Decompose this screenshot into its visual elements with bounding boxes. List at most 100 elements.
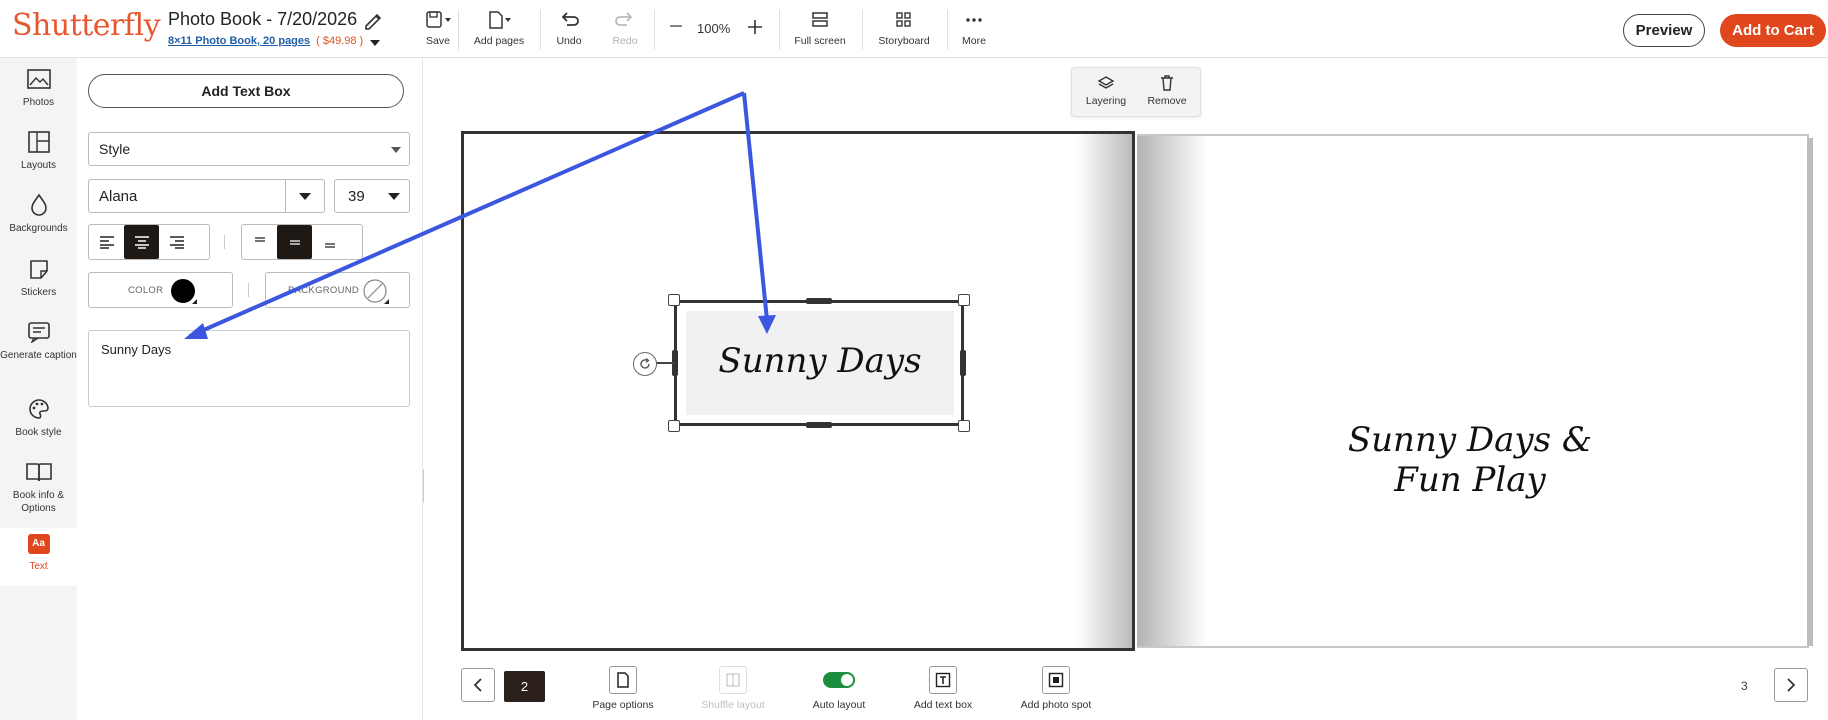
align-left-button[interactable]: [89, 225, 124, 259]
add-to-cart-button[interactable]: Add to Cart: [1720, 14, 1826, 47]
align-middle-icon: [289, 240, 300, 245]
text-box-fill: Sunny Days: [686, 311, 954, 415]
resize-handle-right[interactable]: [960, 350, 966, 376]
rotate-handle[interactable]: [633, 352, 657, 376]
resize-handle-bottom-left[interactable]: [668, 420, 680, 432]
align-left-icon: [99, 236, 114, 249]
toolbar-divider: [540, 10, 541, 50]
text-content-field[interactable]: Sunny Days: [88, 330, 410, 407]
align-center-button[interactable]: [124, 225, 159, 259]
page-gutter-shadow: [1077, 134, 1132, 648]
resize-handle-top-left[interactable]: [668, 294, 680, 306]
price-label: ( $49.98 ): [316, 35, 364, 47]
align-middle-button[interactable]: [277, 225, 312, 259]
save-button[interactable]: Save: [417, 10, 459, 47]
text-align-group: [88, 224, 210, 260]
align-bottom-icon: [324, 243, 335, 248]
rail-label: Stickers: [20, 287, 57, 298]
generate-caption-icon: [27, 322, 50, 343]
redo-button[interactable]: Redo: [607, 10, 643, 47]
add-text-box-icon-box: [929, 666, 957, 694]
auto-layout-toggle[interactable]: Auto layout: [808, 666, 870, 711]
photo-spot-icon: [1048, 672, 1064, 688]
text-box-content[interactable]: Sunny Days: [686, 341, 954, 381]
align-top-button[interactable]: [242, 225, 277, 259]
rail-item-generate-caption[interactable]: Generate caption: [0, 321, 77, 362]
top-header: Shutterfly Photo Book - 7/20/2026 8×11 P…: [0, 0, 1828, 58]
resize-handle-bottom-right[interactable]: [958, 420, 970, 432]
page-options-button[interactable]: Page options: [590, 666, 656, 711]
toolbar-divider: [779, 10, 780, 50]
chevron-left-icon: [473, 678, 482, 692]
text-aa-icon: Aa: [27, 534, 50, 554]
font-size-select[interactable]: 39: [334, 179, 410, 213]
more-button[interactable]: More: [958, 10, 990, 47]
text-color-button[interactable]: COLOR: [88, 272, 233, 308]
remove-button[interactable]: Remove: [1144, 75, 1190, 107]
shuffle-layout-label: Shuffle layout: [701, 699, 765, 711]
backgrounds-icon: [30, 194, 47, 216]
photos-icon: [26, 69, 51, 89]
storyboard-button[interactable]: Storyboard: [873, 10, 935, 47]
rail-item-book-info[interactable]: Book info & Options: [0, 461, 77, 515]
align-bottom-button[interactable]: [312, 225, 347, 259]
more-dots-icon: [966, 18, 982, 22]
resize-handle-bottom[interactable]: [806, 422, 832, 428]
rail-label: Book info & Options: [12, 490, 65, 514]
stickers-icon: [29, 260, 48, 279]
floating-toolbar: Layering Remove: [1071, 67, 1201, 117]
font-select[interactable]: Alana: [88, 179, 325, 213]
chevron-down-icon: [391, 147, 401, 153]
product-link[interactable]: 8×11 Photo Book, 20 pages: [168, 35, 310, 47]
shutterfly-logo[interactable]: Shutterfly: [12, 8, 161, 43]
rail-label: Generate caption: [0, 350, 77, 361]
storyboard-label: Storyboard: [878, 35, 930, 47]
shuffle-layout-icon: [726, 673, 740, 687]
rail-item-book-style[interactable]: Book style: [0, 398, 77, 439]
save-label: Save: [426, 35, 450, 47]
right-page-text-line: Fun Play: [1394, 460, 1546, 500]
rail-item-backgrounds[interactable]: Backgrounds: [0, 194, 77, 235]
undo-button[interactable]: Undo: [551, 10, 587, 47]
align-right-button[interactable]: [159, 225, 194, 259]
previous-page-button[interactable]: [461, 668, 495, 702]
rail-item-stickers[interactable]: Stickers: [0, 258, 77, 299]
rail-item-photos[interactable]: Photos: [0, 68, 77, 109]
layouts-icon: [27, 131, 50, 153]
add-pages-button[interactable]: Add pages: [469, 10, 529, 47]
right-page-text[interactable]: Sunny Days & Fun Play: [1320, 420, 1620, 500]
next-page-button[interactable]: [1774, 668, 1808, 702]
right-page[interactable]: [1137, 134, 1813, 648]
full-screen-button[interactable]: Full screen: [790, 10, 850, 47]
background-color-button[interactable]: BACKGROUND: [265, 272, 410, 308]
shuffle-layout-button[interactable]: Shuffle layout: [697, 666, 769, 711]
edit-pencil-icon[interactable]: [362, 9, 384, 31]
chevron-down-icon[interactable]: [369, 38, 381, 48]
rail-item-text[interactable]: Aa Text: [0, 528, 77, 586]
project-title[interactable]: Photo Book - 7/20/2026: [168, 9, 357, 30]
rail-label: Book style: [15, 427, 62, 438]
add-text-box-bottom-button[interactable]: Add text box: [910, 666, 976, 711]
resize-handle-top-right[interactable]: [958, 294, 970, 306]
page-options-icon-box: [609, 666, 637, 694]
zoom-in-icon[interactable]: [746, 18, 764, 36]
add-photo-spot-button[interactable]: Add photo spot: [1016, 666, 1096, 711]
resize-handle-top[interactable]: [806, 298, 832, 304]
save-icon: [426, 11, 451, 28]
rotate-connector: [656, 362, 674, 364]
auto-layout-switch[interactable]: [823, 672, 855, 688]
zoom-out-icon[interactable]: [668, 18, 684, 34]
rail-item-layouts[interactable]: Layouts: [0, 131, 77, 172]
style-select[interactable]: Style: [88, 132, 410, 166]
add-photo-spot-label: Add photo spot: [1020, 699, 1092, 711]
swatch-corner-icon: [384, 299, 389, 304]
layering-button[interactable]: Layering: [1082, 75, 1130, 107]
page-options-label: Page options: [592, 699, 654, 711]
toolbar-divider: [248, 283, 249, 297]
style-select-value: Style: [99, 141, 131, 157]
add-text-box-button[interactable]: Add Text Box: [88, 74, 404, 108]
rotate-icon: [640, 357, 650, 369]
preview-button[interactable]: Preview: [1623, 14, 1705, 47]
selected-text-box[interactable]: Sunny Days: [668, 294, 970, 432]
align-top-icon: [254, 237, 265, 242]
